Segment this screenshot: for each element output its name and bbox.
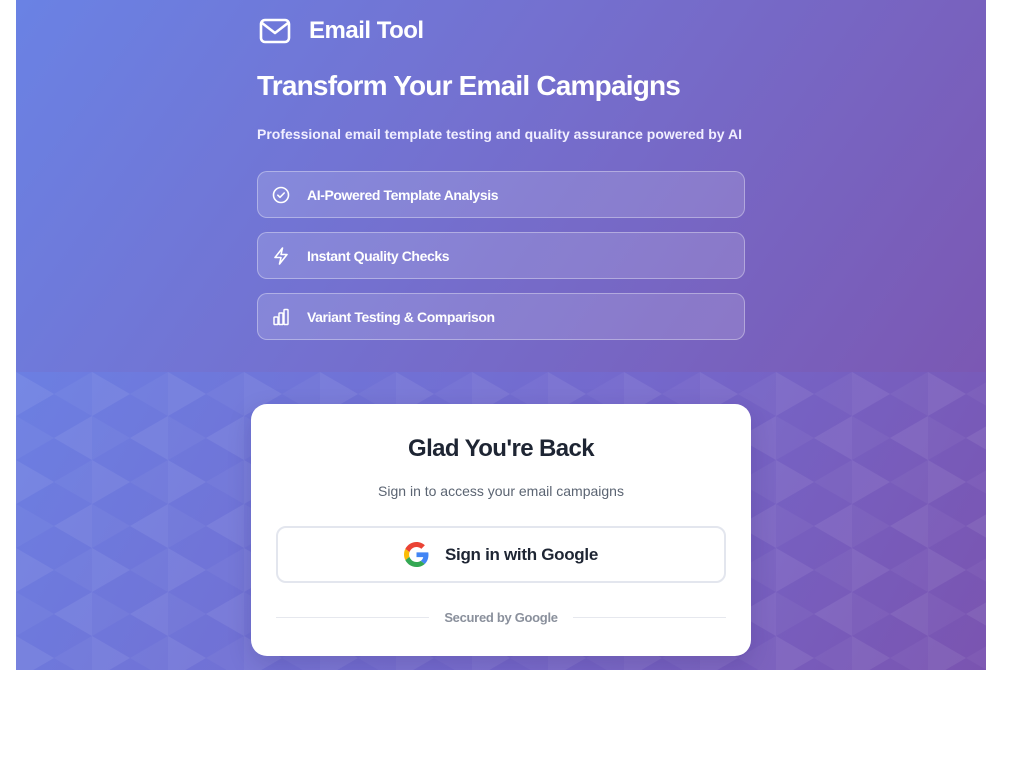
hero-headline: Transform Your Email Campaigns xyxy=(257,70,681,101)
login-section: Glad You're Back Sign in to access your … xyxy=(16,372,986,670)
hero-subline: Professional email template testing and … xyxy=(257,126,742,142)
brand-name: Email Tool xyxy=(309,17,424,44)
feature-item-ai-analysis: AI-Powered Template Analysis xyxy=(257,171,745,218)
login-subtitle: Sign in to access your email campaigns xyxy=(378,483,624,499)
google-button-label: Sign in with Google xyxy=(445,544,598,564)
google-g-icon xyxy=(404,542,429,567)
feature-item-variant-testing: Variant Testing & Comparison xyxy=(257,293,745,340)
login-page: Email Tool Transform Your Email Campaign… xyxy=(16,0,986,670)
divider-line-right xyxy=(572,616,726,618)
feature-label: Variant Testing & Comparison xyxy=(307,308,495,325)
lightning-bolt-icon xyxy=(274,246,288,265)
bar-chart-icon xyxy=(273,308,289,325)
divider-line-left xyxy=(276,616,430,618)
secured-divider: Secured by Google xyxy=(276,608,726,626)
brand: Email Tool xyxy=(258,14,424,48)
login-card: Glad You're Back Sign in to access your … xyxy=(251,404,751,656)
login-title: Glad You're Back xyxy=(408,435,595,462)
feature-item-quality-checks: Instant Quality Checks xyxy=(257,232,745,279)
feature-label: Instant Quality Checks xyxy=(307,247,450,264)
google-sign-in-button[interactable]: Sign in with Google xyxy=(276,526,726,583)
feature-list: AI-Powered Template Analysis Instant Qua… xyxy=(257,171,745,354)
check-circle-icon xyxy=(272,186,290,203)
hero-section: Email Tool Transform Your Email Campaign… xyxy=(16,0,986,372)
mail-icon xyxy=(259,18,291,44)
feature-label: AI-Powered Template Analysis xyxy=(307,186,499,203)
secured-by-text: Secured by Google xyxy=(444,609,558,625)
